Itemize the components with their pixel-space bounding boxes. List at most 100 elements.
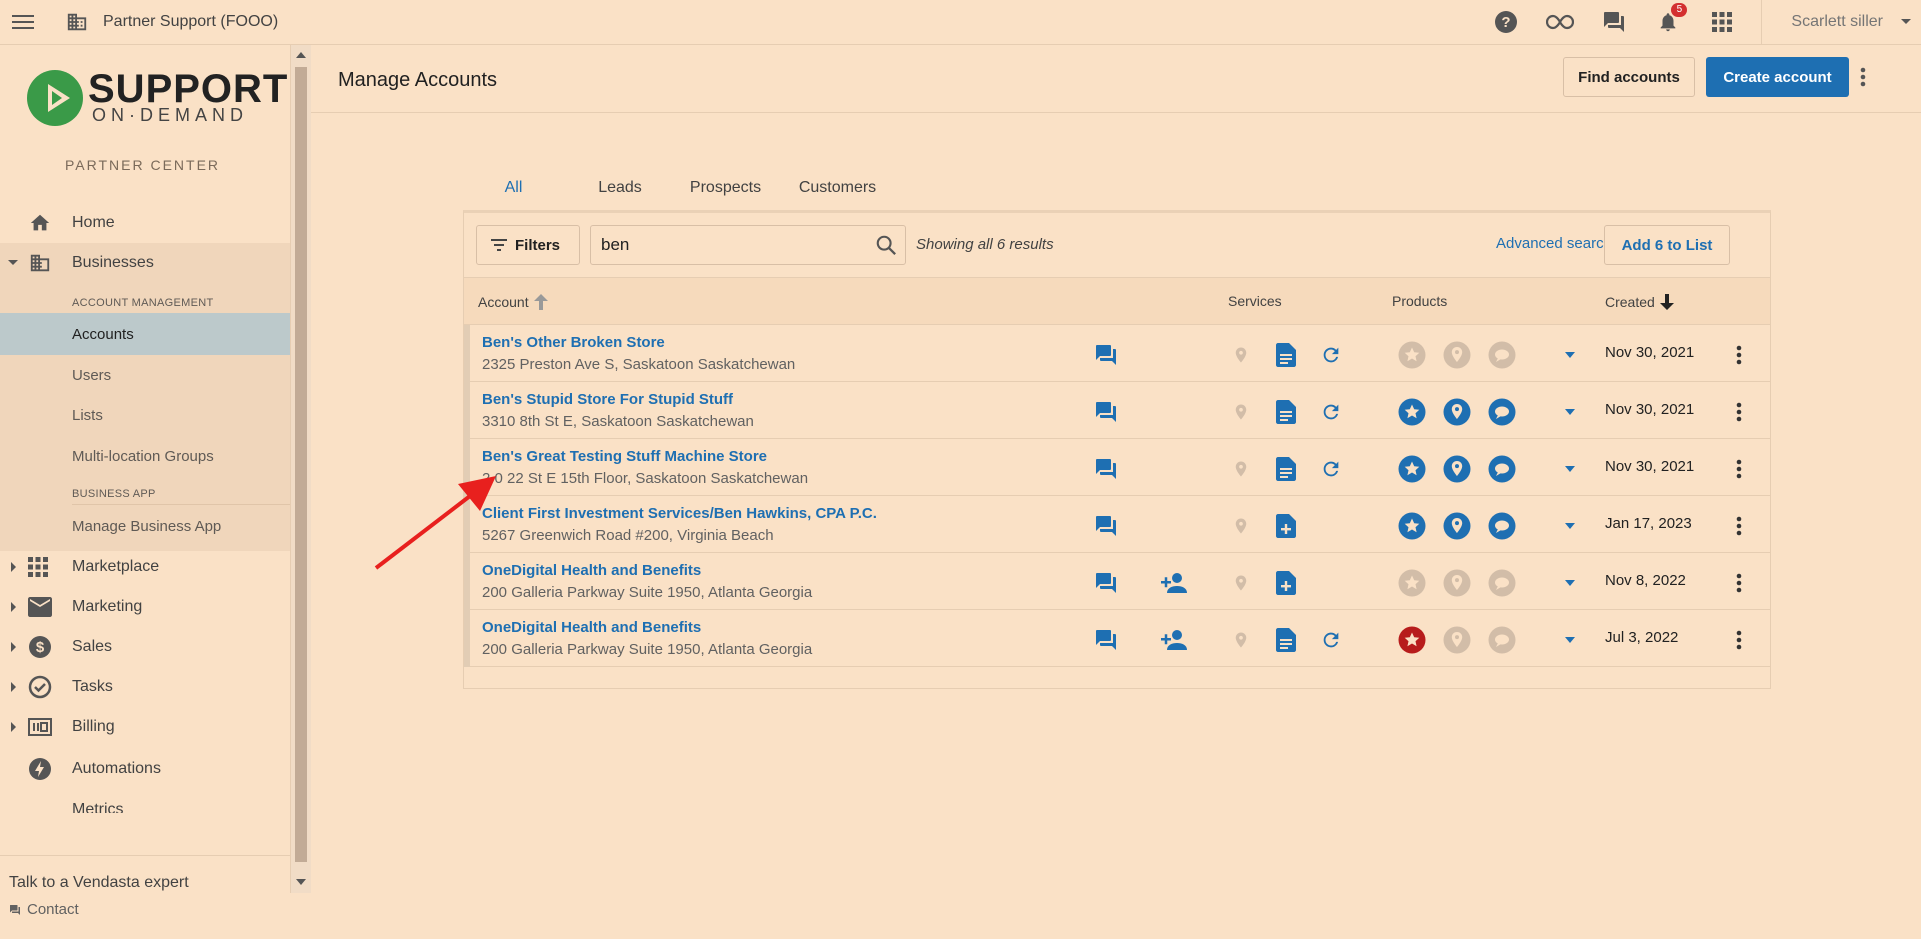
create-account-button[interactable]: Create account: [1706, 57, 1849, 97]
account-name-link[interactable]: Ben's Stupid Store For Stupid Stuff: [482, 391, 733, 408]
apps-grid-icon[interactable]: [1695, 0, 1749, 44]
refresh-icon[interactable]: [1317, 398, 1345, 426]
caret-down-icon[interactable]: [1556, 398, 1584, 426]
sidebar-item-users[interactable]: Users: [0, 356, 290, 394]
more-vert-icon[interactable]: [1725, 398, 1753, 426]
chat-product-icon[interactable]: [1488, 626, 1516, 654]
sidebar-item-sales[interactable]: $ Sales: [0, 627, 290, 667]
chat-icon[interactable]: [1092, 341, 1120, 369]
add-to-list-button[interactable]: Add 6 to List: [1604, 225, 1730, 265]
more-vert-icon[interactable]: [1725, 455, 1753, 483]
logo[interactable]: SUPPORT ON·DEMAND PARTNER CENTER: [0, 45, 290, 201]
tab-leads[interactable]: Leads: [564, 165, 676, 210]
location-pin-icon[interactable]: [1227, 455, 1255, 483]
listing-product-icon[interactable]: [1443, 341, 1471, 369]
sidebar-item-marketing[interactable]: Marketing: [0, 587, 290, 627]
search-field[interactable]: [590, 225, 906, 265]
refresh-icon[interactable]: [1317, 455, 1345, 483]
location-pin-icon[interactable]: [1227, 626, 1255, 654]
more-vert-icon[interactable]: [1725, 341, 1753, 369]
account-name-link[interactable]: OneDigital Health and Benefits: [482, 562, 701, 579]
column-account[interactable]: Account: [478, 293, 549, 311]
star-product-icon[interactable]: [1398, 398, 1426, 426]
document-icon[interactable]: [1272, 455, 1300, 483]
caret-down-icon[interactable]: [1891, 18, 1921, 26]
location-pin-icon[interactable]: [1227, 569, 1255, 597]
more-vert-icon[interactable]: [1725, 569, 1753, 597]
more-vert-icon[interactable]: [1860, 67, 1866, 92]
more-vert-icon[interactable]: [1725, 626, 1753, 654]
caret-down-icon[interactable]: [1556, 626, 1584, 654]
more-vert-icon[interactable]: [1725, 512, 1753, 540]
star-product-icon[interactable]: [1398, 341, 1426, 369]
document-icon[interactable]: [1272, 341, 1300, 369]
sidebar-item-multi-location-groups[interactable]: Multi-location Groups: [0, 437, 290, 475]
caret-down-icon[interactable]: [1556, 512, 1584, 540]
chat-product-icon[interactable]: [1488, 455, 1516, 483]
menu-icon[interactable]: [10, 10, 36, 34]
infinity-icon[interactable]: [1533, 0, 1587, 44]
listing-product-icon[interactable]: [1443, 512, 1471, 540]
find-accounts-button[interactable]: Find accounts: [1563, 57, 1695, 97]
chat-icon[interactable]: [1092, 398, 1120, 426]
caret-down-icon[interactable]: [1556, 455, 1584, 483]
filters-button[interactable]: Filters: [476, 225, 580, 265]
person-add-icon[interactable]: [1160, 626, 1188, 654]
listing-product-icon[interactable]: [1443, 398, 1471, 426]
tab-all[interactable]: All: [463, 165, 564, 213]
advanced-search-link[interactable]: Advanced search: [1496, 235, 1612, 252]
note-add-icon[interactable]: [1272, 569, 1300, 597]
sidebar-item-tasks[interactable]: Tasks: [0, 667, 290, 707]
sidebar-item-automations[interactable]: Automations: [0, 749, 290, 789]
chat-product-icon[interactable]: [1488, 569, 1516, 597]
refresh-icon[interactable]: [1317, 341, 1345, 369]
document-icon[interactable]: [1272, 398, 1300, 426]
sidebar-item-marketplace[interactable]: Marketplace: [0, 547, 290, 587]
account-name-link[interactable]: OneDigital Health and Benefits: [482, 619, 701, 636]
contact-link[interactable]: Contact: [9, 901, 79, 918]
scroll-down-icon[interactable]: [296, 878, 306, 886]
person-add-icon[interactable]: [1160, 569, 1188, 597]
sidebar-item-billing[interactable]: Billing: [0, 707, 290, 747]
location-pin-icon[interactable]: [1227, 398, 1255, 426]
star-product-icon[interactable]: [1398, 626, 1426, 654]
listing-product-icon[interactable]: [1443, 569, 1471, 597]
sidebar-item-home[interactable]: Home: [0, 203, 290, 243]
sidebar-item-businesses[interactable]: Businesses: [0, 243, 290, 283]
sidebar-item-accounts[interactable]: Accounts: [0, 313, 290, 355]
sidebar-item-metrics[interactable]: Metrics: [0, 791, 290, 813]
caret-down-icon[interactable]: [1556, 341, 1584, 369]
sidebar-item-manage-business-app[interactable]: Manage Business App: [0, 507, 290, 545]
chat-product-icon[interactable]: [1488, 341, 1516, 369]
bell-icon[interactable]: 5: [1641, 0, 1695, 44]
chat-icon[interactable]: [1092, 512, 1120, 540]
help-icon[interactable]: ?: [1479, 0, 1533, 44]
account-name-link[interactable]: Ben's Great Testing Stuff Machine Store: [482, 448, 767, 465]
listing-product-icon[interactable]: [1443, 455, 1471, 483]
scrollbar-thumb[interactable]: [295, 67, 307, 862]
document-icon[interactable]: [1272, 626, 1300, 654]
star-product-icon[interactable]: [1398, 569, 1426, 597]
star-product-icon[interactable]: [1398, 455, 1426, 483]
sidebar-item-lists[interactable]: Lists: [0, 396, 290, 434]
chat-product-icon[interactable]: [1488, 512, 1516, 540]
location-pin-icon[interactable]: [1227, 341, 1255, 369]
star-product-icon[interactable]: [1398, 512, 1426, 540]
tab-customers[interactable]: Customers: [775, 165, 900, 210]
chat-icon[interactable]: [1092, 569, 1120, 597]
sidebar-scrollbar[interactable]: [290, 45, 311, 893]
listing-product-icon[interactable]: [1443, 626, 1471, 654]
column-created[interactable]: Created: [1605, 293, 1675, 311]
user-name[interactable]: Scarlett siller: [1762, 13, 1891, 31]
search-input[interactable]: [599, 232, 863, 258]
caret-down-icon[interactable]: [1556, 569, 1584, 597]
location-pin-icon[interactable]: [1227, 512, 1255, 540]
chat-icon[interactable]: [1092, 455, 1120, 483]
partner-name[interactable]: Partner Support (FOOO): [103, 13, 278, 31]
chat-icon[interactable]: [1587, 0, 1641, 44]
search-icon[interactable]: [875, 234, 897, 261]
chat-icon[interactable]: [1092, 626, 1120, 654]
note-add-icon[interactable]: [1272, 512, 1300, 540]
tab-prospects[interactable]: Prospects: [676, 165, 775, 210]
refresh-icon[interactable]: [1317, 626, 1345, 654]
